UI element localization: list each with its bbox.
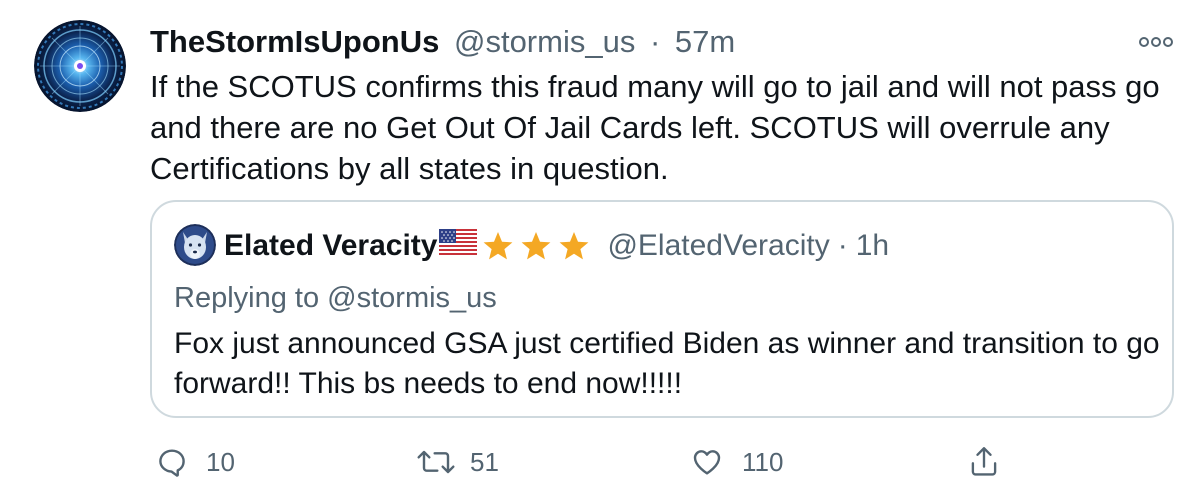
reply-button[interactable]: 10 (156, 440, 235, 484)
replying-to-line: Replying to @stormis_us (174, 278, 497, 318)
reply-count: 10 (206, 446, 235, 477)
quoted-tweet-header: Elated Veracity @ElatedVeracity · 1h (224, 224, 889, 268)
quoted-author-display-name[interactable]: Elated Veracity (224, 224, 437, 268)
tweet-header: TheStormIsUponUs @stormis_us · 57m (150, 22, 735, 62)
star-icon (560, 232, 589, 260)
retweet-count: 51 (470, 446, 499, 477)
star-icon (522, 232, 551, 260)
tweet-actions-bar: 10 51 110 (150, 440, 1190, 484)
share-icon (971, 447, 997, 476)
replying-to-label: Replying to (174, 282, 320, 314)
like-count: 110 (742, 446, 784, 477)
header-separator: · (649, 24, 661, 59)
heart-icon (693, 450, 721, 475)
tweet[interactable]: TheStormIsUponUs @stormis_us · 57m If th… (0, 0, 1200, 493)
star-icon (484, 232, 513, 260)
share-button[interactable] (968, 440, 1000, 484)
tweet-text: If the SCOTUS confirms this fraud many w… (150, 69, 1160, 186)
us-flag-icon (439, 224, 478, 268)
replying-to-handle[interactable]: @stormis_us (327, 282, 497, 314)
quoted-author-handle[interactable]: @ElatedVeracity (607, 224, 829, 268)
author-handle[interactable]: @stormis_us (454, 24, 635, 59)
tweet-timestamp[interactable]: 57m (675, 24, 735, 59)
wolf-avatar[interactable] (174, 224, 216, 266)
quoted-tweet-text: Fox just announced GSA just certified Bi… (174, 327, 1160, 400)
retweet-icon (417, 450, 455, 474)
quoted-tweet[interactable]: Elated Veracity @ElatedVeracity · 1h Rep… (150, 200, 1174, 418)
quoted-tweet-timestamp[interactable]: 1h (856, 224, 889, 268)
retweet-button[interactable]: 51 (416, 440, 499, 484)
quoted-header-separator: · (837, 229, 848, 262)
star-rating (481, 230, 595, 262)
author-display-name[interactable]: TheStormIsUponUs (150, 24, 439, 59)
cosmic-vortex-avatar[interactable] (34, 20, 126, 112)
more-options-icon[interactable] (1138, 32, 1174, 52)
like-button[interactable]: 110 (690, 440, 783, 484)
reply-icon (159, 449, 185, 477)
